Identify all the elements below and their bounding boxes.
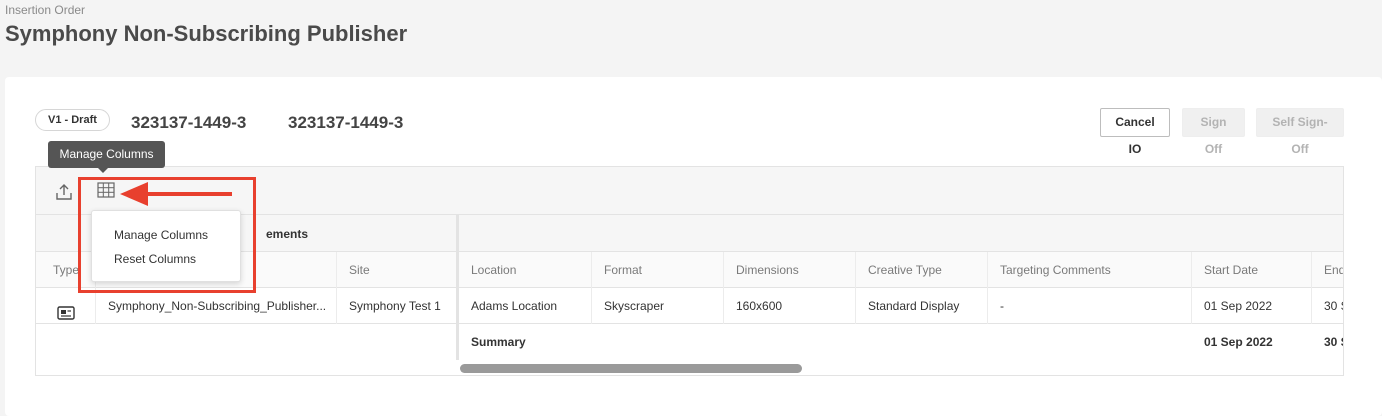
horizontal-scrollbar-thumb[interactable] (460, 364, 802, 373)
creative-type-cell: Standard Display (856, 288, 988, 324)
column-header-site[interactable]: Site (337, 252, 457, 288)
column-header-targeting-comments[interactable]: Targeting Comments (988, 252, 1192, 288)
placement-name-cell[interactable]: Symphony_Non-Subscribing_Publisher... (96, 288, 337, 324)
pinned-columns-divider (456, 215, 459, 360)
io-id-primary: 323137-1449-3 (131, 113, 247, 132)
summary-end-date: 30 Se (1324, 335, 1343, 349)
group-header-label: ements (266, 227, 309, 241)
column-header-start-date[interactable]: Start Date (1192, 252, 1312, 288)
column-header-end-date[interactable]: End D (1312, 252, 1343, 288)
column-header-location[interactable]: Location (459, 252, 592, 288)
upload-icon[interactable] (54, 183, 74, 201)
site-cell: Symphony Test 1 (337, 288, 457, 324)
page-title: Symphony Non-Subscribing Publisher (5, 21, 408, 46)
cancel-io-button[interactable]: Cancel IO (1100, 108, 1170, 156)
table-row[interactable]: Symphony_Non-Subscribing_Publisher... Sy… (36, 288, 1343, 324)
targeting-comments-cell: - (988, 288, 1192, 324)
start-date-cell: 01 Sep 2022 (1192, 288, 1312, 324)
sign-off-button[interactable]: Sign Off (1182, 108, 1245, 156)
column-header-creative-type[interactable]: Creative Type (856, 252, 988, 288)
column-header-dimensions[interactable]: Dimensions (724, 252, 856, 288)
page-header: Insertion Order Symphony Non-Subscribing… (5, 0, 407, 47)
annotation-arrow-icon (120, 182, 232, 206)
format-cell: Skyscraper (592, 288, 724, 324)
display-ad-icon (57, 298, 75, 324)
version-status-badge: V1 - Draft (35, 109, 110, 131)
type-cell (36, 288, 96, 324)
end-date-cell: 30 Se (1324, 299, 1343, 313)
summary-row: Summary 01 Sep 2022 30 Se (36, 324, 1343, 360)
summary-label: Summary (471, 335, 526, 349)
column-header-format[interactable]: Format (592, 252, 724, 288)
location-cell: Adams Location (459, 288, 592, 324)
self-sign-off-button[interactable]: Self Sign-Off (1256, 108, 1344, 156)
io-id-secondary: 323137-1449-3 (288, 113, 404, 132)
manage-columns-tooltip: Manage Columns (48, 141, 165, 173)
dimensions-cell: 160x600 (724, 288, 856, 324)
breadcrumb[interactable]: Insertion Order (5, 3, 407, 17)
summary-start-date: 01 Sep 2022 (1204, 335, 1273, 349)
